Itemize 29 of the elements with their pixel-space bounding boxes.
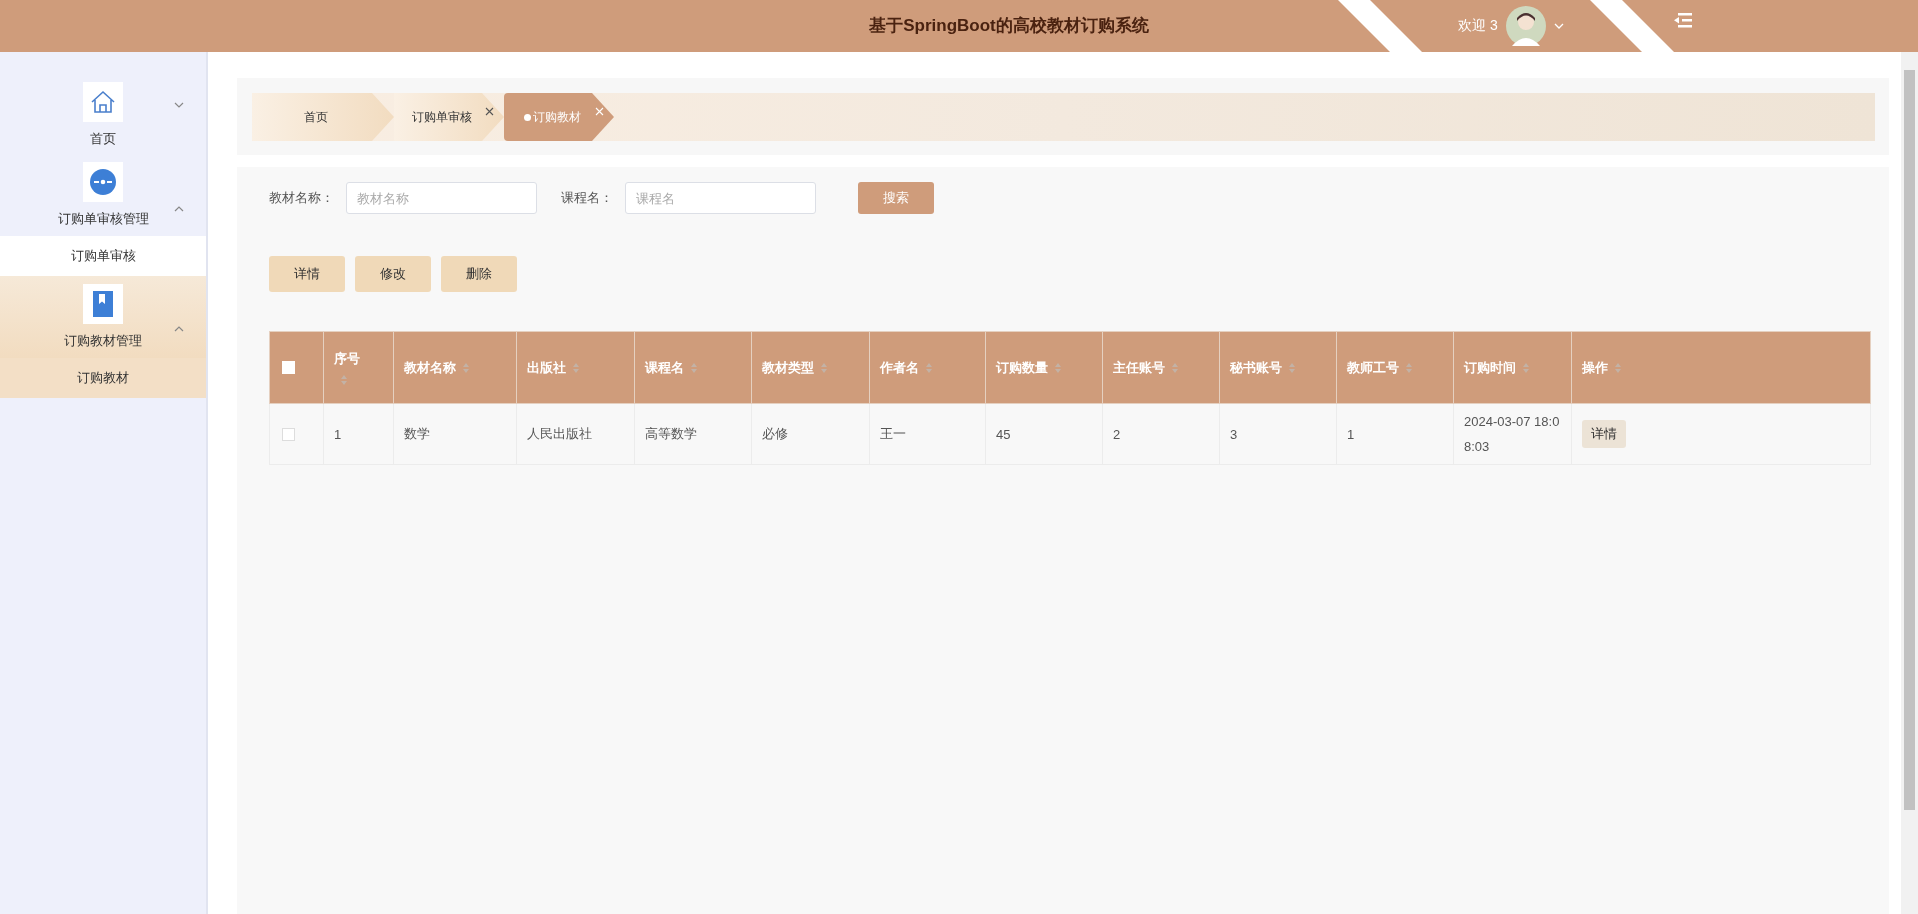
- action-button[interactable]: 删除: [441, 256, 517, 292]
- table-cell: 1: [1347, 426, 1355, 442]
- table-cell: 必修: [762, 426, 788, 441]
- input-field[interactable]: 课程名: [625, 182, 816, 214]
- sidebar-subitem[interactable]: 订购单审核: [0, 236, 206, 276]
- table-cell: 3: [1230, 426, 1238, 442]
- welcome-text: 欢迎 3: [1458, 17, 1498, 35]
- table-cell: 数学: [404, 426, 430, 441]
- menu-group[interactable]: 订购单审核管理: [0, 156, 206, 236]
- menu-group[interactable]: 订购教材管理: [0, 276, 206, 358]
- action-button[interactable]: 修改: [355, 256, 431, 292]
- sidebar-item[interactable]: 订购教材管理: [64, 332, 142, 350]
- sidebar-subitem[interactable]: 订购教材: [0, 358, 206, 398]
- table-cell: 2: [1113, 426, 1121, 442]
- action-button[interactable]: 详情: [269, 256, 345, 292]
- detail-button[interactable]: 详情: [1582, 420, 1626, 448]
- sidebar-item[interactable]: 首页: [90, 130, 116, 148]
- sidebar-item[interactable]: 订购单审核管理: [57, 210, 149, 228]
- menu-group[interactable]: 首页: [0, 52, 206, 156]
- table-cell: 高等数学: [645, 426, 697, 441]
- field-label: 教材名称：: [269, 189, 334, 207]
- table-cell: 人民出版社: [527, 426, 592, 441]
- table-cell-text: 2024-03-07 18:08:03: [1464, 413, 1561, 456]
- table-cell: 45: [996, 426, 1011, 442]
- table-cell: 王一: [880, 426, 906, 441]
- app-title: 基于SpringBoot的高校教材订购系统: [869, 16, 1149, 35]
- field-label: 课程名：: [561, 189, 613, 207]
- table-cell: 1: [334, 426, 342, 442]
- input-field[interactable]: 教材名称: [346, 182, 537, 214]
